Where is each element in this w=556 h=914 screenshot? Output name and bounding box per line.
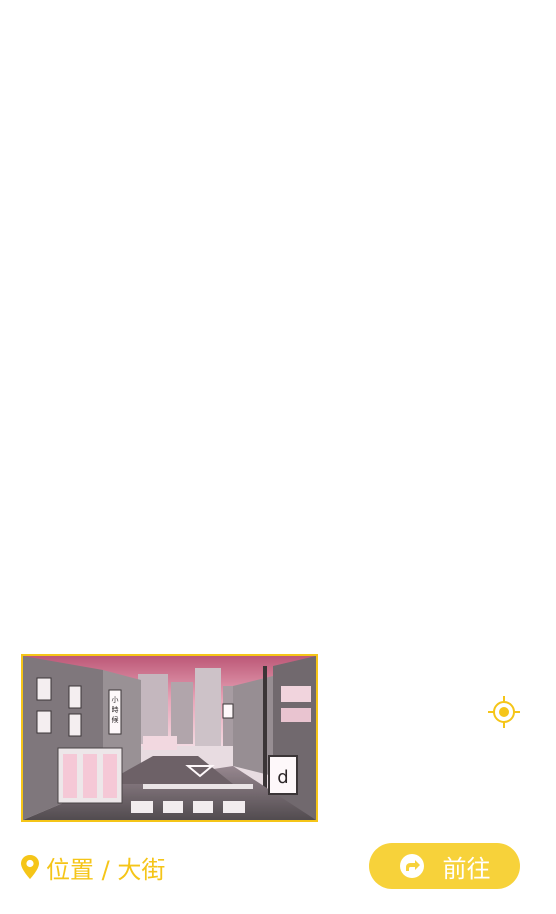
location-label: 位置 / 大街 xyxy=(46,855,166,884)
map-pin-icon xyxy=(21,855,39,879)
crosshair-locate-icon xyxy=(488,696,520,728)
app-screen: 小 時 候 d 位置 / 大街 前往 xyxy=(0,0,556,914)
map-canvas[interactable] xyxy=(0,0,556,640)
go-button[interactable]: 前往 xyxy=(369,843,520,889)
street-scene-thumbnail[interactable]: 小 時 候 d xyxy=(21,654,318,822)
share-arrow-icon xyxy=(399,854,424,878)
location-breadcrumb: 位置 / 大街 xyxy=(20,848,165,886)
go-button-label: 前往 xyxy=(442,854,491,883)
locate-me-button[interactable] xyxy=(486,694,522,730)
